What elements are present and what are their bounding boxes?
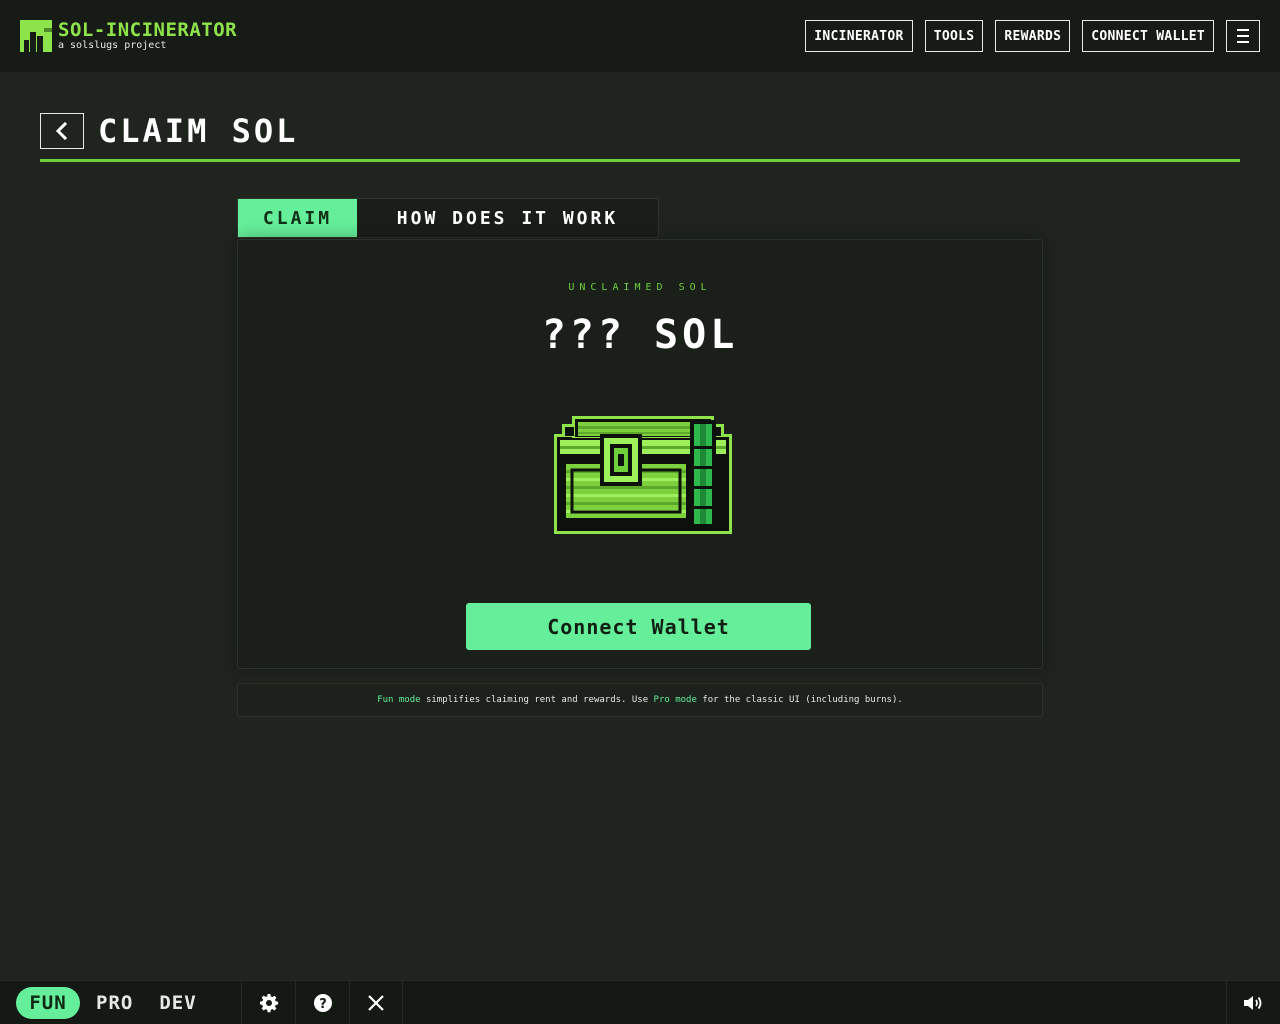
nav-tools-button[interactable]: TOOLS <box>924 20 984 52</box>
pro-mode-link[interactable]: Pro mode <box>654 695 697 705</box>
top-bar: SOL-INCINERATOR a solslugs project INCIN… <box>0 0 1280 72</box>
title-divider <box>40 159 1240 162</box>
chevron-left-icon <box>55 122 68 140</box>
mode-switcher: FUN PRO DEV <box>16 987 207 1019</box>
mode-dev-button[interactable]: DEV <box>149 987 206 1019</box>
nav-incinerator-button[interactable]: INCINERATOR <box>805 20 913 52</box>
connect-wallet-button[interactable]: Connect Wallet <box>466 603 811 650</box>
nav-rewards-button[interactable]: REWARDS <box>995 20 1071 52</box>
mode-fun-button[interactable]: FUN <box>16 987 80 1019</box>
speaker-icon <box>1243 996 1261 1010</box>
main-nav: INCINERATOR TOOLS REWARDS CONNECT WALLET <box>805 20 1260 52</box>
mode-info-note: Fun mode simplifies claiming rent and re… <box>237 683 1043 717</box>
info-text-middle: simplifies claiming rent and rewards. Us… <box>420 695 654 705</box>
logo[interactable]: SOL-INCINERATOR a solslugs project <box>20 20 237 52</box>
gear-icon <box>259 994 278 1013</box>
help-icon: ? <box>313 994 332 1012</box>
claim-card: UNCLAIMED SOL ??? SOL Connect Wallet <box>237 239 1043 669</box>
hamburger-icon <box>1237 27 1249 45</box>
unclaimed-label: UNCLAIMED SOL <box>568 282 712 293</box>
tab-bar: CLAIM HOW DOES IT WORK <box>237 198 659 238</box>
bottom-bar: FUN PRO DEV ? <box>0 980 1280 1024</box>
logo-subtitle: a solslugs project <box>58 40 167 51</box>
logo-mark-icon <box>20 20 52 52</box>
x-social-button[interactable] <box>349 981 403 1024</box>
svg-text:?: ? <box>319 997 327 1012</box>
back-button[interactable] <box>40 113 84 149</box>
menu-button[interactable] <box>1226 20 1260 52</box>
unclaimed-amount: ??? SOL <box>541 312 739 358</box>
tab-claim[interactable]: CLAIM <box>238 199 357 237</box>
x-logo-icon <box>368 995 384 1011</box>
sound-toggle-button[interactable] <box>1226 981 1280 1024</box>
page-header: CLAIM SOL <box>40 112 298 150</box>
connect-wallet-nav-button[interactable]: CONNECT WALLET <box>1082 20 1214 52</box>
page-title: CLAIM SOL <box>98 112 299 150</box>
info-text-end: for the classic UI (including burns). <box>696 695 903 705</box>
fun-mode-link[interactable]: Fun mode <box>377 695 420 705</box>
logo-title: SOL-INCINERATOR <box>58 19 238 41</box>
settings-button[interactable] <box>241 981 295 1024</box>
tab-how-does-it-work[interactable]: HOW DOES IT WORK <box>357 199 658 237</box>
help-button[interactable]: ? <box>295 981 349 1024</box>
mode-pro-button[interactable]: PRO <box>86 987 143 1019</box>
treasure-chest-icon <box>554 416 732 534</box>
